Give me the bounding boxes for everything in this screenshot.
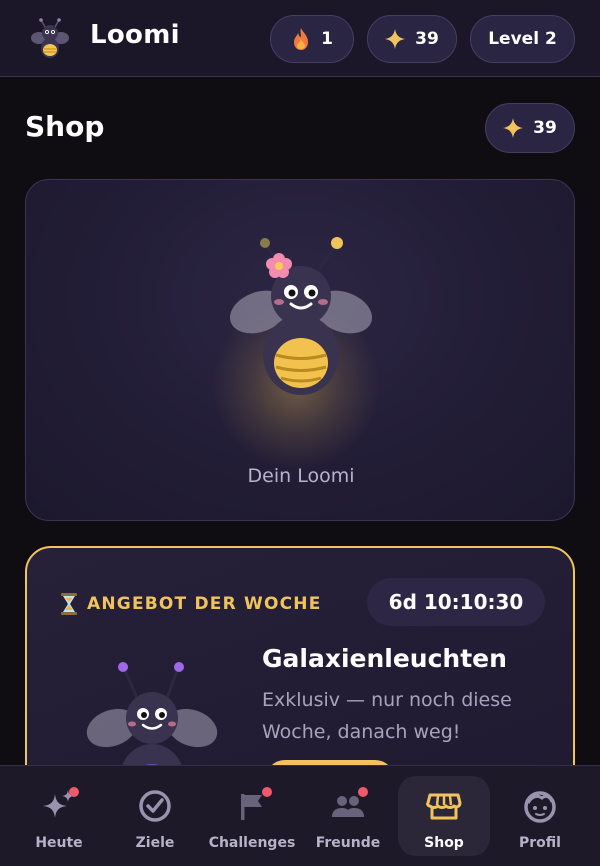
level-pill[interactable]: Level 2: [470, 15, 575, 63]
offer-title: Galaxienleuchten: [262, 644, 507, 673]
level-label: Level 2: [488, 29, 557, 49]
notification-dot: [69, 787, 79, 797]
nav-item-profil[interactable]: Profil: [494, 776, 586, 856]
nav-label: Challenges: [208, 835, 296, 851]
stars-pill[interactable]: 39: [367, 15, 457, 63]
offer-countdown: 6d 10:10:30: [367, 578, 545, 626]
streak-pill[interactable]: 1: [270, 15, 354, 63]
streak-count: 1: [321, 29, 333, 49]
flame-icon: [294, 28, 309, 50]
top-bar: Loomi 1 39 Level 2: [0, 0, 600, 77]
nav-label: Shop: [424, 835, 464, 851]
bottom-navigation: Heute Ziele Challenges Freunde Shop Prof…: [0, 765, 600, 866]
hourglass-icon: [61, 593, 77, 615]
app-title: Loomi: [90, 20, 180, 50]
mascot-caption: Dein Loomi: [247, 465, 355, 487]
stars-count: 39: [415, 29, 439, 49]
shop-stars-pill[interactable]: 39: [485, 103, 575, 153]
sparkle-icon: [385, 29, 406, 49]
notification-dot: [358, 787, 368, 797]
nav-item-ziele[interactable]: Ziele: [109, 776, 201, 856]
offer-tag-label: ANGEBOT DER WOCHE: [87, 594, 322, 614]
shop-stars-count: 39: [533, 118, 557, 138]
page-title: Shop: [25, 110, 105, 143]
notification-dot: [262, 787, 272, 797]
mascot-preview-card: Dein Loomi: [25, 179, 575, 521]
loomi-logo-icon: [31, 18, 69, 58]
offer-description: Exklusiv — nur noch diese Woche, danach …: [262, 689, 512, 743]
nav-item-shop[interactable]: Shop: [398, 776, 490, 856]
nav-label: Heute: [35, 835, 83, 851]
check-circle-icon: [139, 790, 171, 822]
nav-label: Freunde: [315, 835, 381, 851]
nav-label: Profil: [519, 835, 561, 851]
loomi-mascot-illustration: [229, 237, 373, 395]
nav-label: Ziele: [135, 835, 175, 851]
nav-item-freunde[interactable]: Freunde: [302, 776, 394, 856]
face-icon: [524, 791, 556, 823]
offer-tag: ANGEBOT DER WOCHE: [59, 592, 322, 616]
shop-icon: [426, 793, 462, 820]
nav-item-heute[interactable]: Heute: [13, 776, 105, 856]
sparkle-icon: [503, 118, 524, 138]
nav-item-challenges[interactable]: Challenges: [206, 776, 298, 856]
